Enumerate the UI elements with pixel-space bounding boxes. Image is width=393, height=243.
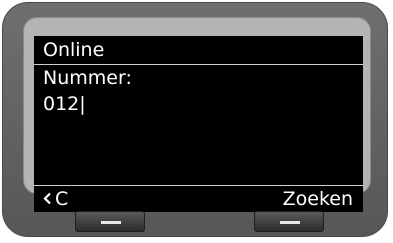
display-screen: Online Nummer: 012| C Zoeken — [34, 36, 363, 212]
phone-housing: Online Nummer: 012| C Zoeken — [2, 2, 388, 237]
back-arrow-icon — [43, 187, 52, 211]
softkey-clear-label: C — [55, 188, 69, 210]
softkey-clear[interactable]: C — [43, 187, 68, 211]
dash-icon — [280, 221, 300, 224]
display-bezel: Online Nummer: 012| C Zoeken — [23, 17, 371, 212]
status-bar: Online — [34, 36, 363, 65]
number-input[interactable]: 012| — [43, 92, 86, 116]
softkey-search[interactable]: Zoeken — [283, 187, 353, 211]
left-softkey-button[interactable] — [75, 211, 145, 232]
status-title: Online — [43, 39, 105, 61]
softkey-bar: C Zoeken — [34, 185, 363, 212]
right-softkey-button[interactable] — [254, 211, 324, 232]
number-field-label: Nummer: — [43, 67, 132, 89]
dash-icon — [101, 221, 121, 224]
